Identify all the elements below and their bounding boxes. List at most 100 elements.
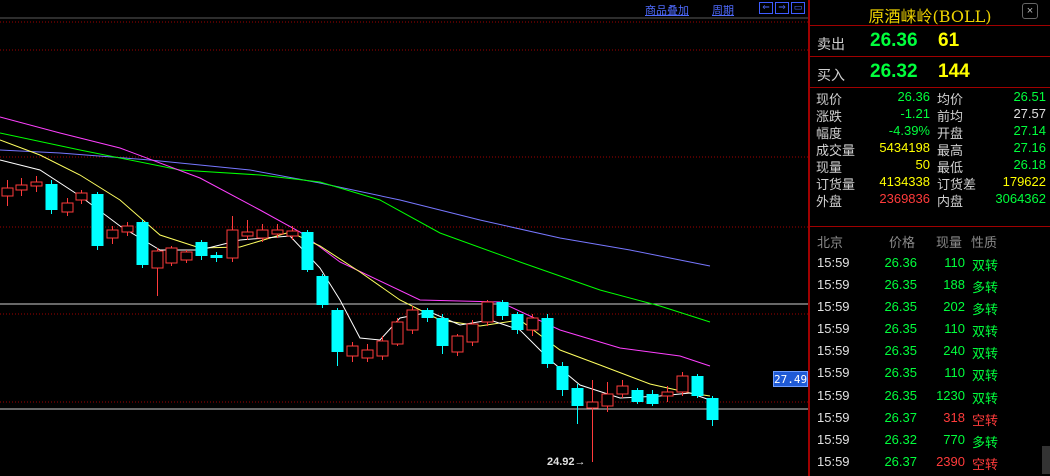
stat-value: 26.36 (897, 89, 930, 104)
candle-body-down (646, 394, 659, 404)
ma-yellow-line (0, 139, 711, 397)
buy-quote-row: 买入 26.32 144 (810, 57, 1050, 88)
tick-nature: 多转 (972, 434, 999, 450)
candle-body-up (256, 229, 269, 239)
tick-header-nature: 性质 (971, 235, 998, 250)
stat-value: 3064362 (995, 191, 1046, 206)
tick-price: 26.37 (884, 409, 917, 425)
ma-white-line (0, 159, 711, 401)
candle-body-up (180, 251, 193, 261)
tick-row: 15:59 26.36 110 双转 (810, 251, 1050, 273)
candle-body-down (210, 255, 223, 258)
tick-row: 15:59 26.35 1230 双转 (810, 384, 1050, 406)
tick-price: 26.35 (884, 365, 917, 381)
tick-volume: 110 (944, 321, 965, 337)
candle-body-up (271, 229, 284, 235)
kline-chart-canvas[interactable] (0, 0, 808, 476)
low-price-marker: 24.92→ (547, 456, 586, 468)
candle-body-up (481, 301, 494, 323)
candle-body-up (226, 229, 239, 259)
candle-body-down (91, 194, 104, 246)
tick-volume: 110 (944, 255, 965, 270)
candle-body-up (286, 230, 299, 237)
candle-body-up (1, 187, 14, 197)
ma-blue-line (0, 149, 711, 267)
stats-row: 涨跌 -1.21 前均 27.57 (810, 105, 1050, 124)
instrument-title: 原酒崃岭(BOLL) (868, 7, 992, 26)
candle-body-up (466, 323, 479, 343)
candle-body-down (571, 388, 584, 406)
candle-body-up (346, 345, 359, 357)
tick-nature: 多转 (972, 280, 999, 296)
stat-label: 外盘 (816, 194, 843, 209)
candle-body-up (15, 184, 28, 191)
stat-value: 4134338 (879, 174, 930, 189)
stats-row: 外盘 2369836 内盘 3064362 (810, 190, 1050, 209)
tick-row: 15:59 26.35 110 双转 (810, 361, 1050, 383)
tick-volume: 770 (943, 431, 965, 447)
stats-row: 订货量 4134338 订货差 179622 (810, 173, 1050, 192)
candle-body-down (706, 398, 719, 420)
stat-label: 内盘 (937, 194, 964, 209)
stat-value: 26.18 (1013, 157, 1046, 172)
candle-body-up (526, 317, 539, 331)
candle-body-up (61, 202, 74, 213)
candle-body-down (301, 232, 314, 270)
candle-body-up (241, 231, 254, 237)
stat-value: 27.16 (1013, 140, 1046, 155)
tick-header-volume: 现量 (936, 235, 963, 250)
tick-row: 15:59 26.35 188 多转 (810, 273, 1050, 295)
stat-value: 27.57 (1013, 106, 1046, 121)
tick-time: 15:59 (817, 343, 850, 359)
buy-price: 26.32 (870, 61, 918, 82)
candle-body-down (331, 310, 344, 352)
candle-body-up (616, 385, 629, 395)
candle-body-up (361, 349, 374, 359)
close-icon[interactable]: × (1022, 3, 1038, 19)
period-link[interactable]: 周期 (712, 2, 734, 18)
buy-label: 买入 (817, 67, 845, 83)
stat-value: 50 (915, 157, 930, 172)
tick-row: 15:59 26.35 110 双转 (810, 317, 1050, 339)
tick-time: 15:59 (817, 365, 850, 381)
stat-value: 2369836 (879, 191, 930, 206)
tick-time: 15:59 (817, 387, 850, 403)
candle-body-down (556, 366, 569, 390)
stat-value: 27.14 (1013, 123, 1046, 138)
candle-body-down (45, 184, 58, 210)
candle-body-down (136, 222, 149, 265)
tick-nature: 空转 (972, 456, 999, 472)
nav-right-button[interactable]: ⇒ (775, 2, 789, 14)
nav-left-button[interactable]: ⇐ (759, 2, 773, 14)
side-scrollbar[interactable] (1042, 446, 1050, 474)
last-price-tag: 27.49 (773, 371, 808, 387)
candle-body-down (631, 390, 644, 402)
tick-time: 15:59 (817, 409, 850, 425)
tick-row: 15:59 26.37 2390 空转 (810, 450, 1050, 472)
tick-nature: 双转 (972, 368, 999, 384)
candle-body-up (391, 321, 404, 345)
overlay-commodity-link[interactable]: 商品叠加 (645, 2, 689, 18)
tick-nature: 双转 (972, 324, 999, 340)
tick-nature: 双转 (972, 346, 999, 362)
tick-volume: 2390 (936, 453, 965, 469)
buy-volume: 144 (938, 61, 970, 82)
candle-body-up (406, 309, 419, 331)
tick-price: 26.35 (884, 321, 917, 337)
sell-label: 卖出 (817, 36, 845, 52)
tick-header-time: 北京 (817, 235, 844, 250)
tick-price: 26.32 (884, 431, 917, 447)
tick-volume: 1230 (936, 387, 965, 403)
candle-body-up (151, 250, 164, 269)
stats-row: 幅度 -4.39% 开盘 27.14 (810, 122, 1050, 141)
candle-body-up (676, 375, 689, 393)
tick-price: 26.37 (884, 453, 917, 469)
candle-body-down (316, 276, 329, 305)
tick-time: 15:59 (817, 255, 850, 270)
sell-volume: 61 (938, 30, 960, 51)
candle-body-up (121, 225, 134, 233)
stat-value: 179622 (1002, 174, 1046, 189)
kline-chart-panel[interactable]: 商品叠加 周期 ⇐ ⇒ ▭ 27.49 24.92→ (0, 0, 808, 476)
tick-nature: 空转 (972, 412, 999, 428)
maximize-button[interactable]: ▭ (791, 2, 805, 14)
